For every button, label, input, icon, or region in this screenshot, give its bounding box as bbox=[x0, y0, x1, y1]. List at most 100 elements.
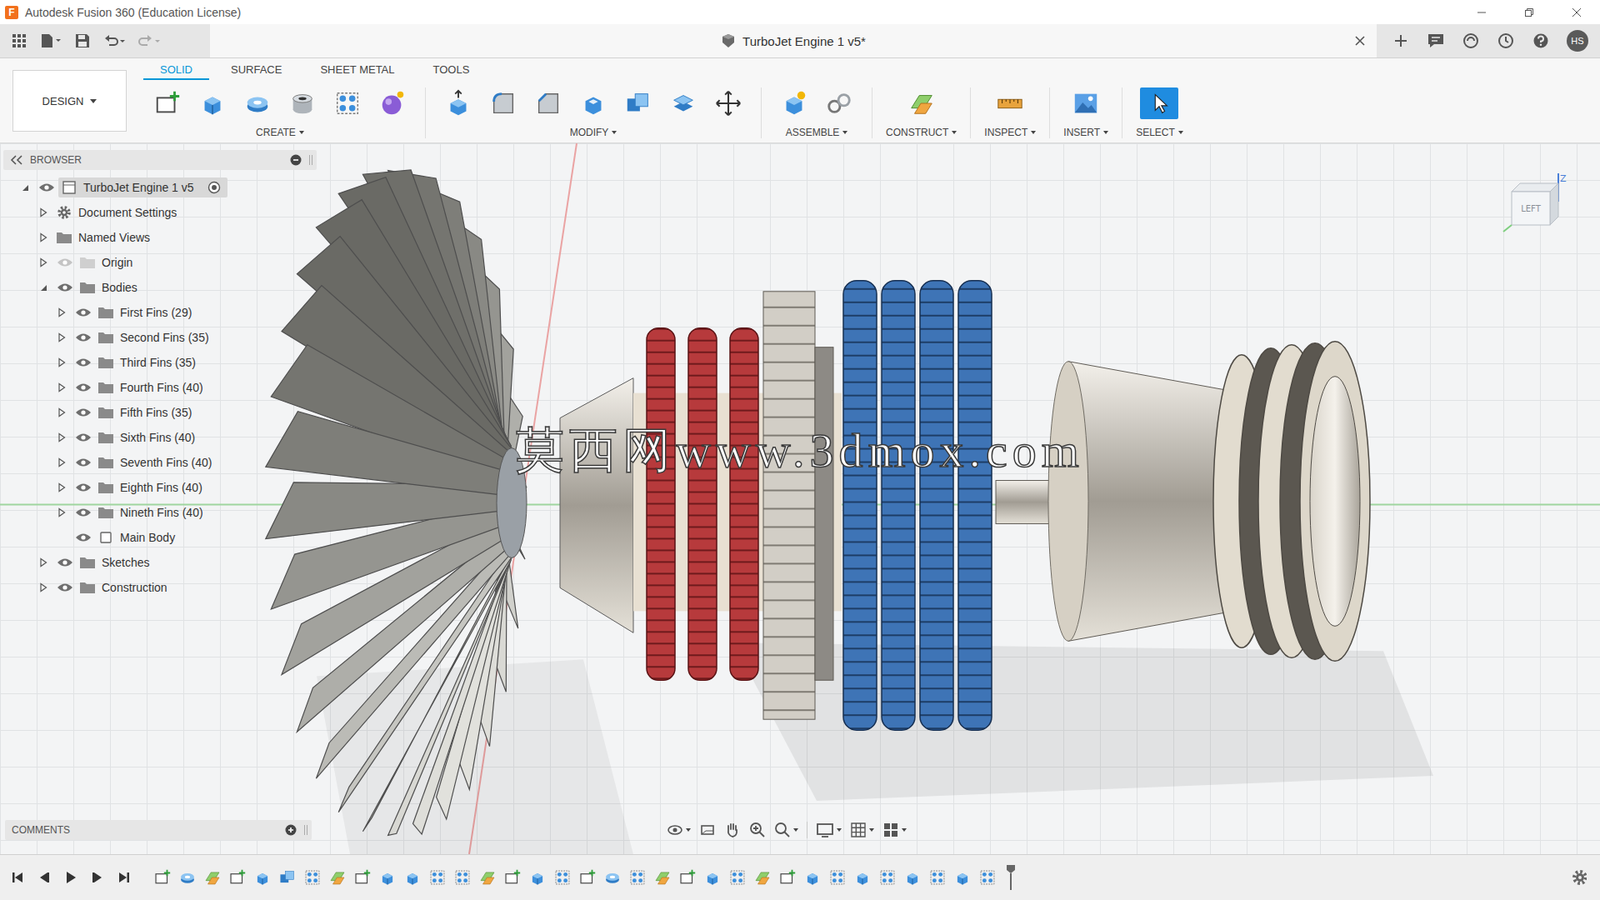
tool-button[interactable] bbox=[529, 87, 568, 120]
minimize-button[interactable] bbox=[1457, 0, 1505, 25]
tree-row[interactable]: TurboJet Engine 1 v5 bbox=[3, 175, 317, 200]
timeline-feature[interactable] bbox=[778, 868, 797, 887]
tool-button[interactable] bbox=[238, 87, 277, 120]
tree-row[interactable]: Eighth Fins (40) bbox=[3, 475, 317, 500]
grip-icon[interactable] bbox=[308, 153, 314, 167]
timeline-feature[interactable] bbox=[728, 868, 747, 887]
engine-model[interactable] bbox=[0, 143, 1600, 855]
timeline-feature[interactable] bbox=[878, 868, 897, 887]
collapsed-icon[interactable] bbox=[38, 557, 49, 568]
timeline-feature[interactable] bbox=[328, 868, 347, 887]
timeline-feature[interactable] bbox=[428, 868, 447, 887]
tool-button[interactable] bbox=[439, 87, 478, 120]
timeline-feature[interactable] bbox=[303, 868, 322, 887]
tree-row[interactable]: Named Views bbox=[3, 225, 317, 250]
timeline-feature[interactable] bbox=[403, 868, 422, 887]
close-button[interactable] bbox=[1552, 0, 1600, 25]
eye-icon[interactable] bbox=[56, 556, 74, 569]
timeline-feature[interactable] bbox=[453, 868, 472, 887]
tool-group-menu[interactable]: ASSEMBLE bbox=[785, 126, 849, 139]
tool-group-menu[interactable]: CREATE bbox=[255, 126, 305, 139]
document-tab[interactable]: TurboJet Engine 1 v5* bbox=[210, 24, 1377, 58]
tool-button[interactable] bbox=[775, 87, 814, 120]
tool-button[interactable] bbox=[709, 87, 748, 120]
timeline-feature[interactable] bbox=[253, 868, 272, 887]
tool-button[interactable] bbox=[484, 87, 523, 120]
timeline-feature[interactable] bbox=[653, 868, 672, 887]
timeline-settings-button[interactable] bbox=[1571, 866, 1587, 889]
collapsed-icon[interactable] bbox=[56, 432, 67, 443]
toolbar-tab[interactable]: SURFACE bbox=[214, 60, 299, 80]
tree-row[interactable]: First Fins (29) bbox=[3, 300, 317, 325]
grid-settings-button[interactable] bbox=[850, 819, 875, 841]
timeline-feature[interactable] bbox=[178, 868, 197, 887]
grip-icon[interactable] bbox=[303, 823, 309, 837]
history-button[interactable] bbox=[1496, 27, 1515, 55]
tree-row[interactable]: Fifth Fins (35) bbox=[3, 400, 317, 425]
timeline-feature[interactable] bbox=[153, 868, 172, 887]
restore-button[interactable] bbox=[1505, 0, 1553, 25]
close-tab-button[interactable] bbox=[1355, 35, 1365, 46]
tree-row[interactable]: Construction bbox=[3, 575, 317, 600]
eye-icon[interactable] bbox=[75, 431, 92, 444]
zoom-button[interactable] bbox=[749, 819, 766, 841]
eye-icon[interactable] bbox=[75, 306, 92, 319]
collapsed-icon[interactable] bbox=[56, 507, 67, 518]
view-cube[interactable]: ZLEFT bbox=[1498, 168, 1570, 252]
timeline-feature[interactable] bbox=[578, 868, 597, 887]
data-panel-button[interactable] bbox=[10, 27, 29, 55]
eye-icon[interactable] bbox=[56, 256, 74, 269]
file-menu-button[interactable] bbox=[40, 27, 62, 55]
tool-group-menu[interactable]: CONSTRUCT bbox=[885, 126, 957, 139]
job-status-button[interactable] bbox=[1461, 27, 1480, 55]
pan-button[interactable] bbox=[724, 819, 741, 841]
expanded-icon[interactable] bbox=[38, 282, 49, 293]
tool-button[interactable] bbox=[1140, 87, 1179, 120]
orbit-button[interactable] bbox=[666, 819, 691, 841]
step-forward-button[interactable] bbox=[90, 866, 105, 889]
eye-icon[interactable] bbox=[75, 356, 92, 369]
collapsed-icon[interactable] bbox=[56, 332, 67, 343]
timeline-feature[interactable] bbox=[553, 868, 572, 887]
tool-button[interactable] bbox=[373, 87, 412, 120]
timeline-feature[interactable] bbox=[678, 868, 697, 887]
go-to-start-button[interactable] bbox=[10, 866, 25, 889]
tree-row[interactable]: Second Fins (35) bbox=[3, 325, 317, 350]
add-comment-icon[interactable] bbox=[285, 824, 297, 836]
eye-icon[interactable] bbox=[56, 281, 74, 294]
timeline-feature[interactable] bbox=[528, 868, 547, 887]
tree-row[interactable]: Fourth Fins (40) bbox=[3, 375, 317, 400]
go-to-end-button[interactable] bbox=[116, 866, 132, 889]
viewport[interactable]: 莫西网www.3dmox.comBROWSERTurboJet Engine 1… bbox=[0, 143, 1600, 855]
tree-row[interactable]: Seventh Fins (40) bbox=[3, 450, 317, 475]
tool-group-menu[interactable]: INSERT bbox=[1063, 126, 1109, 139]
timeline-feature[interactable] bbox=[803, 868, 822, 887]
play-button[interactable] bbox=[63, 866, 79, 889]
collapsed-icon[interactable] bbox=[56, 457, 67, 468]
expanded-icon[interactable] bbox=[20, 182, 30, 193]
timeline-feature[interactable] bbox=[628, 868, 647, 887]
eye-icon[interactable] bbox=[75, 406, 92, 419]
eye-icon[interactable] bbox=[75, 331, 92, 344]
tree-row[interactable]: Sixth Fins (40) bbox=[3, 425, 317, 450]
eye-icon[interactable] bbox=[75, 531, 92, 544]
eye-icon[interactable] bbox=[75, 381, 92, 394]
collapse-icon[interactable] bbox=[10, 155, 24, 165]
tool-group-menu[interactable]: MODIFY bbox=[570, 126, 618, 139]
playhead-icon[interactable] bbox=[1005, 863, 1017, 892]
tree-row[interactable]: Main Body bbox=[3, 525, 317, 550]
collapsed-icon[interactable] bbox=[56, 307, 67, 318]
tool-button[interactable] bbox=[990, 87, 1030, 120]
collapsed-icon[interactable] bbox=[38, 582, 49, 593]
viewports-button[interactable] bbox=[882, 819, 907, 841]
toolbar-tab[interactable]: SOLID bbox=[143, 60, 210, 80]
toolbar-tab[interactable]: SHEET METAL bbox=[303, 60, 411, 80]
collapsed-icon[interactable] bbox=[38, 207, 49, 218]
new-tab-button[interactable] bbox=[1391, 27, 1410, 55]
eye-icon[interactable] bbox=[38, 181, 55, 194]
fit-button[interactable] bbox=[774, 819, 799, 841]
timeline-feature[interactable] bbox=[503, 868, 522, 887]
tool-button[interactable] bbox=[148, 87, 187, 120]
display-settings-button[interactable] bbox=[815, 819, 842, 841]
timeline-feature[interactable] bbox=[203, 868, 222, 887]
